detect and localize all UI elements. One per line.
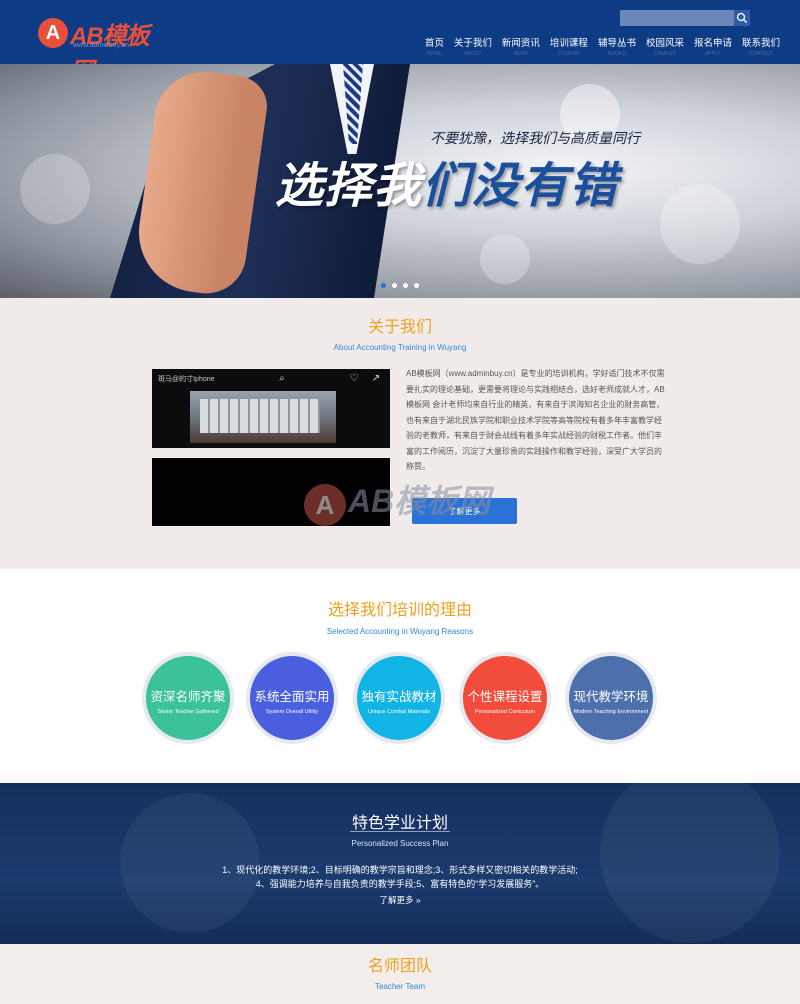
main-nav: 首页 HOME 关于我们 ABOUT 新闻资讯 NEWS 培训课程 COURSE 辅导丛… (415, 35, 780, 57)
nav-label: 报名申请 (693, 38, 732, 49)
favorite-icon[interactable]: ♡ (348, 373, 360, 385)
slider-dot-1[interactable] (381, 283, 386, 288)
watermark-text: AB模板网 (348, 483, 491, 519)
plan-description: 1、现代化的教学环境;2、目标明确的教学宗旨和理念;3、形式多样又密切相关的教学… (0, 863, 800, 891)
teachers-title: 名师团队 (367, 958, 432, 975)
teacher-team-section: 名师团队 Teacher Team (0, 944, 800, 1004)
nav-label-en: CONTACT (749, 51, 773, 57)
share-icon[interactable]: ↗ (370, 373, 382, 385)
reasons-title: 选择我们培训的理由 (327, 602, 472, 619)
nav-label-en: BOOKS (608, 51, 626, 57)
search-icon (736, 12, 747, 23)
plan-line-1: 1、现代化的教学环境;2、目标明确的教学宗旨和理念;3、形式多样又密切相关的教学… (222, 865, 578, 875)
plan-title: 特色学业计划 (351, 815, 448, 832)
nav-label-en: CAMPUS (654, 51, 676, 57)
success-plan-section: 特色学业计划 Personalized Success Plan 1、现代化的教… (0, 783, 800, 944)
reason-label-en: Unique Combat Materials (367, 709, 431, 715)
reason-label-en: Personalized Curriculum (475, 709, 535, 715)
video-player[interactable]: 斑马@的寸Iphone ⌕ ♡ ↗ (152, 369, 390, 448)
nav-item-books[interactable]: 辅导丛书 BOOKS (598, 35, 636, 57)
reason-label: 独有实战教材 (361, 690, 437, 704)
logo-mark: A (38, 18, 68, 48)
about-title: 关于我们 (367, 319, 432, 336)
nav-item-contact[interactable]: 联系我们 CONTACT (742, 35, 780, 57)
plan-divider (350, 831, 450, 832)
slider-dots (381, 283, 425, 288)
reasons-subtitle: Selected Accounting in Wuyang Reasons (326, 627, 474, 636)
nav-label: 联系我们 (741, 38, 780, 49)
reason-label: 资深名师齐聚 (150, 690, 226, 704)
banner-title-part2: 们没有错 (422, 160, 619, 213)
bokeh-light (660, 184, 740, 264)
nav-item-news[interactable]: 新闻资讯 NEWS (502, 35, 540, 57)
site-header: A AB模板网 www.adminbuy.cn 首页 HOME 关于我们 ABOUT… (0, 0, 800, 85)
reason-circle-teachers[interactable]: 资深名师齐聚 Senior Teacher Gathered (142, 652, 234, 744)
bokeh-light (20, 154, 90, 224)
about-description: AB模板网（www.adminbuy.cn）是专业的培训机构，学好适门技术不仅需… (406, 369, 665, 471)
watermark-mark: A (304, 484, 346, 526)
teachers-subtitle: Teacher Team (374, 982, 426, 991)
reason-label: 现代教学环境 (573, 690, 649, 704)
plan-subtitle: Personalized Success Plan (351, 839, 449, 848)
slider-dot-3[interactable] (403, 283, 408, 288)
reason-label-en: System Overall Utility (265, 709, 319, 715)
hero-banner: 不要犹豫，选择我们与高质量同行 选择我们没有错 (0, 64, 800, 298)
slider-dot-4[interactable] (414, 283, 419, 288)
slider-dot-2[interactable] (392, 283, 397, 288)
bokeh-light (480, 234, 530, 284)
plan-more-link[interactable]: 了解更多 » (0, 894, 800, 906)
nav-label: 首页 (424, 38, 444, 49)
reason-circle-curriculum[interactable]: 个性课程设置 Personalized Curriculum (459, 652, 551, 744)
banner-subtitle: 不要犹豫，选择我们与高质量同行 (430, 130, 640, 146)
nav-item-apply[interactable]: 报名申请 APPLY (694, 35, 732, 57)
nav-label: 校园风采 (645, 38, 684, 49)
reasons-section: 选择我们培训的理由 Selected Accounting in Wuyang … (0, 569, 800, 783)
nav-item-course[interactable]: 培训课程 COURSE (550, 35, 588, 57)
about-section: 关于我们 About Accounting Training in Wuyang… (0, 298, 800, 569)
reason-circle-materials[interactable]: 独有实战教材 Unique Combat Materials (353, 652, 445, 744)
search-icon[interactable]: ⌕ (276, 373, 288, 385)
search-box (620, 10, 750, 26)
reason-label-en: Senior Teacher Gathered (157, 709, 219, 715)
search-button[interactable] (734, 10, 750, 26)
banner-title: 选择我们没有错 (275, 146, 618, 216)
plan-line-2: 4、强调能力培养与自我负责的教学手段;5、富有特色的“学习发展服务”。 (255, 879, 545, 889)
nav-label-en: NEWS (513, 51, 529, 57)
nav-label: 新闻资讯 (501, 38, 540, 49)
watermark: A AB模板网 (304, 474, 504, 534)
reason-label: 个性课程设置 (467, 690, 543, 704)
reason-label: 系统全面实用 (254, 690, 330, 704)
logo-subtitle: www.adminbuy.cn (73, 42, 129, 49)
nav-label-en: HOME (426, 51, 442, 57)
reason-circle-system[interactable]: 系统全面实用 System Overall Utility (246, 652, 338, 744)
video-thumbnail (190, 391, 336, 443)
about-subtitle: About Accounting Training in Wuyang (333, 343, 467, 352)
nav-label: 培训课程 (549, 38, 588, 49)
nav-item-home[interactable]: 首页 HOME (425, 35, 444, 57)
search-input[interactable] (620, 10, 734, 26)
nav-item-about[interactable]: 关于我们 ABOUT (454, 35, 492, 57)
nav-label-en: APPLY (705, 51, 721, 57)
nav-label-en: COURSE (558, 51, 580, 57)
video-caption: 斑马@的寸Iphone (158, 376, 215, 383)
site-logo[interactable]: A AB模板网 www.adminbuy.cn (38, 16, 163, 85)
reason-circle-environment[interactable]: 现代教学环境 Modern Teaching Environment (565, 652, 657, 744)
nav-label-en: ABOUT (464, 51, 482, 57)
reason-label-en: Modern Teaching Environment (573, 709, 649, 715)
banner-title-part1: 选择我 (275, 160, 423, 213)
nav-item-campus[interactable]: 校园风采 CAMPUS (646, 35, 684, 57)
nav-label: 辅导丛书 (597, 38, 636, 49)
nav-label: 关于我们 (453, 38, 492, 49)
